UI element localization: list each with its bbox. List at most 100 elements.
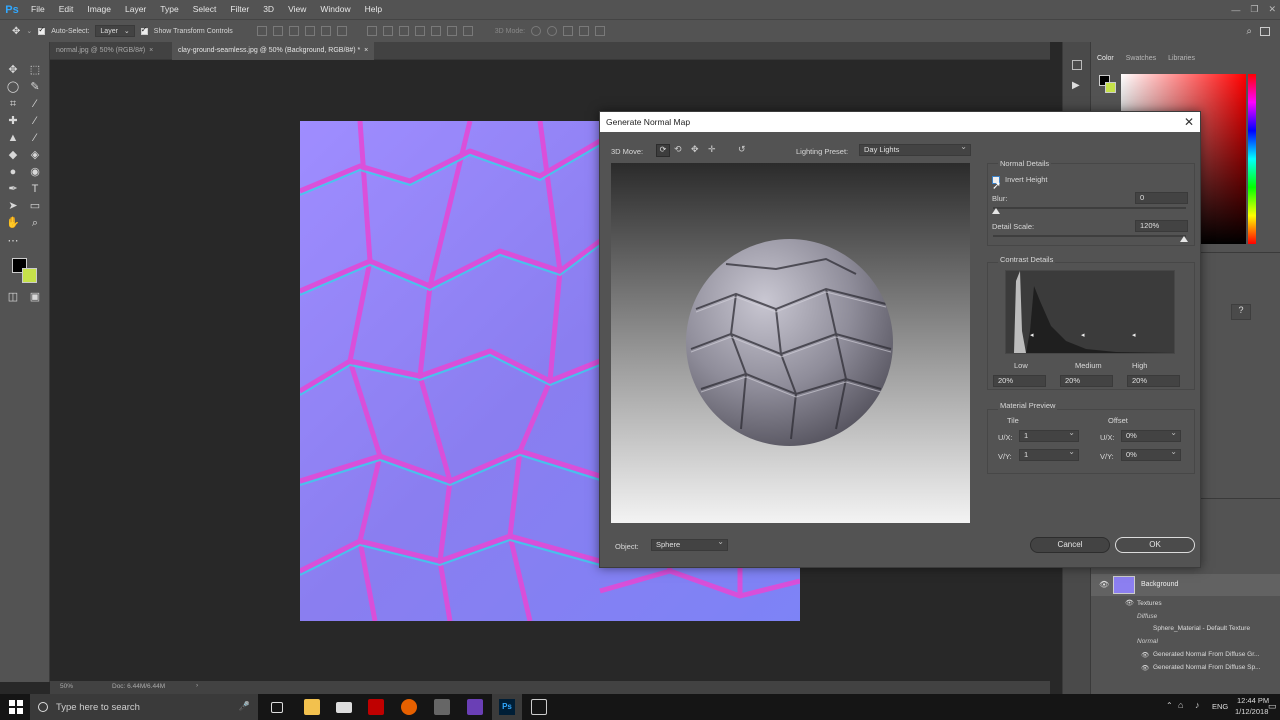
eyedropper-tool-icon[interactable]: ⁄ (28, 97, 42, 111)
distribute-vcenter-icon[interactable] (382, 26, 393, 36)
move-tool-icon[interactable]: ✥ (6, 63, 20, 77)
menu-type[interactable]: Type (153, 0, 185, 19)
detail-scale-input[interactable]: 120% (1135, 220, 1188, 232)
medium-handle-icon[interactable]: ◂ (1081, 331, 1085, 339)
workspace-icon[interactable] (1260, 26, 1270, 36)
offset-vy-select[interactable]: 0% (1121, 447, 1181, 461)
notifications-icon[interactable]: ▭ (1268, 701, 1277, 712)
auto-align-icon[interactable] (462, 26, 473, 36)
distribute-right-icon[interactable] (446, 26, 457, 36)
offset-ux-select[interactable]: 0% (1121, 428, 1181, 442)
orbit-icon[interactable]: ⟳ (656, 144, 670, 157)
high-handle-icon[interactable]: ◂ (1132, 331, 1136, 339)
menu-filter[interactable]: Filter (223, 0, 256, 19)
preview-viewport[interactable] (611, 163, 970, 523)
ok-button[interactable]: OK (1115, 537, 1195, 553)
volume-icon[interactable]: ♪ (1195, 700, 1200, 710)
hue-slider[interactable] (1248, 74, 1256, 244)
task-view-icon[interactable] (271, 702, 283, 713)
background-color-swatch[interactable] (22, 268, 37, 283)
history-brush-icon[interactable]: ⁄ (28, 131, 42, 145)
eye-icon[interactable]: 👁 (1099, 580, 1109, 589)
auto-select-checkbox[interactable] (38, 25, 46, 35)
taskbar-search[interactable]: Type here to search 🎤 (30, 694, 258, 720)
3d-pan-icon[interactable] (563, 26, 574, 36)
show-transform-checkbox[interactable] (140, 25, 148, 35)
dodge-tool-icon[interactable]: ◉ (28, 165, 42, 179)
clone-stamp-icon[interactable]: ▲ (6, 131, 20, 145)
unknown-app-icon[interactable] (531, 699, 547, 715)
history-panel-icon[interactable] (1072, 60, 1082, 70)
pen-tool-icon[interactable]: ✒ (6, 182, 20, 196)
microphone-icon[interactable]: 🎤 (239, 701, 250, 712)
shape-tool-icon[interactable]: ▭ (28, 199, 42, 213)
menu-edit[interactable]: Edit (52, 0, 81, 19)
more-tools-icon[interactable]: ⋯ (6, 234, 20, 248)
distribute-top-icon[interactable] (366, 26, 377, 36)
move-tool-icon[interactable]: ✥ (12, 26, 20, 37)
minimize-icon[interactable]: — (1231, 5, 1240, 15)
filezilla-icon[interactable] (368, 699, 384, 715)
cancel-button[interactable]: Cancel (1030, 537, 1110, 553)
photoshop-taskbar-active[interactable]: Ps (492, 694, 522, 720)
roll-icon[interactable]: ⟲ (674, 144, 682, 155)
network-icon[interactable]: ⌂ (1178, 700, 1183, 710)
zoom-level[interactable]: 50% (60, 683, 73, 690)
layer-row-background[interactable]: 👁 Background (1091, 574, 1280, 596)
actions-play-icon[interactable]: ▶ (1072, 80, 1080, 91)
object-select[interactable]: Sphere (651, 537, 728, 551)
layer-select[interactable]: Layer ⌄ (95, 25, 135, 37)
paint-bucket-icon[interactable]: ◈ (28, 148, 42, 162)
generated-normal-1[interactable]: Generated Normal From Diffuse Gr... (1153, 651, 1259, 658)
file-explorer-icon[interactable] (304, 699, 320, 715)
bg-color-mini[interactable] (1105, 82, 1116, 93)
align-top-icon[interactable] (256, 26, 267, 36)
type-tool-icon[interactable]: T (28, 182, 42, 196)
close-icon[interactable]: ✕ (1268, 4, 1276, 15)
visual-studio-icon[interactable] (467, 699, 483, 715)
3d-scale-icon[interactable] (595, 26, 606, 36)
distribute-left-icon[interactable] (414, 26, 425, 36)
tab-color[interactable]: Color (1091, 50, 1120, 67)
screen-mode-icon[interactable]: ▣ (28, 290, 42, 304)
detail-scale-track[interactable] (993, 235, 1186, 237)
tile-ux-select[interactable]: 1 (1019, 428, 1079, 442)
slide-icon[interactable]: ✛ (708, 144, 716, 155)
sphere-preview[interactable] (686, 239, 893, 446)
blur-input[interactable]: 0 (1135, 192, 1188, 204)
search-icon[interactable]: ⌕ (1246, 26, 1252, 37)
crop-tool-icon[interactable]: ⌗ (6, 97, 20, 111)
menu-window[interactable]: Window (313, 0, 357, 19)
firefox-icon[interactable] (401, 699, 417, 715)
align-hcenter-icon[interactable] (320, 26, 331, 36)
eye-icon[interactable]: 👁 (1141, 651, 1149, 659)
distribute-bottom-icon[interactable] (398, 26, 409, 36)
tab-clay-ground[interactable]: clay-ground-seamless.jpg @ 50% (Backgrou… (172, 42, 375, 60)
zoom-tool-icon[interactable]: ⌕ (28, 216, 42, 230)
3d-slide-icon[interactable] (579, 26, 590, 36)
mail-icon[interactable] (336, 702, 352, 713)
3d-roll-icon[interactable] (547, 26, 558, 36)
tray-up-icon[interactable]: ⌃ (1166, 701, 1173, 710)
blur-slider-track[interactable] (993, 207, 1186, 209)
medium-input[interactable]: 20% (1060, 375, 1113, 387)
eraser-tool-icon[interactable]: ◆ (6, 148, 20, 162)
healing-brush-icon[interactable]: ✚ (6, 114, 20, 128)
eye-icon[interactable]: 👁 (1141, 664, 1149, 672)
tab-swatches[interactable]: Swatches (1120, 50, 1162, 67)
low-handle-icon[interactable]: ◂ (1030, 331, 1034, 339)
unity-icon[interactable] (434, 699, 450, 715)
align-right-icon[interactable] (336, 26, 347, 36)
clock-date[interactable]: 1/12/2018 (1235, 707, 1268, 716)
menu-layer[interactable]: Layer (118, 0, 153, 19)
menu-image[interactable]: Image (80, 0, 118, 19)
chevron-right-icon[interactable]: › (196, 682, 198, 689)
menu-file[interactable]: File (24, 0, 52, 19)
clock-time[interactable]: 12:44 PM (1237, 696, 1269, 705)
close-icon[interactable]: × (364, 47, 368, 54)
help-icon[interactable]: ? (1231, 304, 1251, 320)
tile-vy-select[interactable]: 1 (1019, 447, 1079, 461)
marquee-tool-icon[interactable]: ⬚ (28, 63, 42, 77)
restore-icon[interactable]: ❐ (1250, 4, 1258, 15)
menu-select[interactable]: Select (186, 0, 224, 19)
